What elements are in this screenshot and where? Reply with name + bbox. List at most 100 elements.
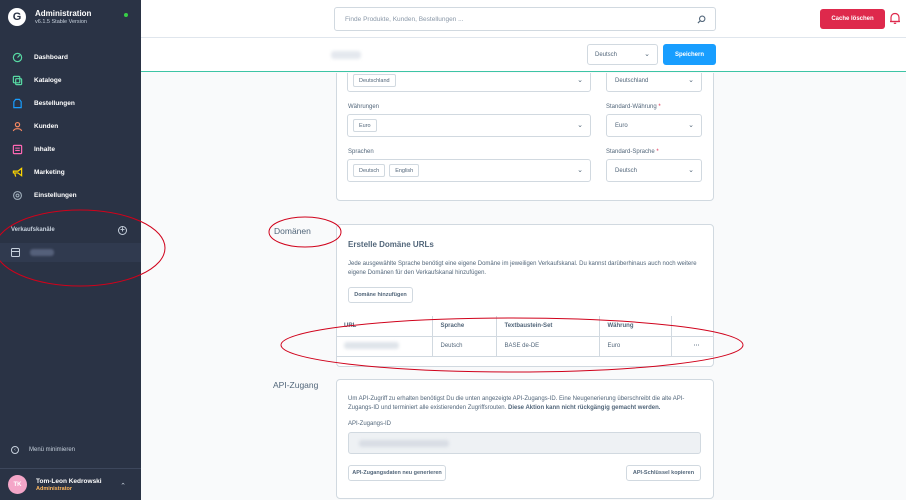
sales-channel-config-card: Deutschland ⌄ Deutschland ⌄ Währungen St… [336,73,714,201]
top-bar: Cache löschen [141,0,906,38]
clear-cache-button[interactable]: Cache löschen [820,9,885,29]
shopware-logo-icon: G [8,8,26,26]
domain-language: Deutsch [431,336,496,357]
column-snippet-set: Textbaustein-Set [495,316,599,337]
chevron-down-icon: ⌄ [688,77,694,84]
catalog-icon [12,75,23,86]
languages-select[interactable]: Deutsch English ⌄ [347,159,591,182]
regenerate-api-credentials-button[interactable]: API-Zugangsdaten neu generieren [348,465,446,481]
currencies-label: Währungen [348,104,380,110]
table-header-row: URL Sprache Textbaustein-Set Währung [336,316,714,337]
main-nav: Dashboard Kataloge Bestellungen Kunden I… [0,46,141,207]
chevron-down-icon: ⌄ [577,77,583,84]
sidebar-item-label: Kunden [34,123,59,130]
default-language-label: Standard-Sprache * [606,149,659,155]
sales-channels-header: Verkaufskanäle + [0,222,141,238]
minimize-icon: ‹ [11,446,19,454]
domains-description: Jede ausgewählte Sprache benötigt eine e… [348,261,697,276]
minimize-menu-button[interactable]: ‹ Menü minimieren [11,446,75,454]
search-bar[interactable] [334,7,716,31]
api-access-id-label: API-Zugangs-ID [348,421,392,427]
api-section-title: API-Zugang [273,380,319,390]
chevron-down-icon: ⌄ [688,122,694,129]
column-actions [670,316,714,337]
search-icon[interactable] [697,15,706,24]
default-language-value: Deutsch [615,167,638,174]
sidebar-item-kunden[interactable]: Kunden [0,115,141,138]
currency-tag[interactable]: Euro [353,119,377,132]
column-url: URL [336,316,432,337]
default-currency-value: Euro [615,122,628,129]
sales-channel-item[interactable] [0,243,141,262]
api-description: Um API-Zugriff zu erhalten benötigst Du … [348,396,685,411]
content-icon [12,144,23,155]
default-currency-select[interactable]: Euro ⌄ [606,114,702,137]
sidebar-item-marketing[interactable]: Marketing [0,161,141,184]
api-access-id-field [348,432,701,454]
user-name: Tom-Leon Kedrowski [36,477,102,485]
languages-label: Sprachen [348,149,374,155]
language-value: Deutsch [595,51,618,58]
settings-icon [12,190,23,201]
row-actions-button[interactable]: ··· [670,336,714,357]
main-content: Deutschland ⌄ Deutschland ⌄ Währungen St… [141,73,906,500]
default-country-select[interactable]: Deutschland ⌄ [606,73,702,92]
sidebar-item-label: Bestellungen [34,100,75,107]
sidebar-item-kataloge[interactable]: Kataloge [0,69,141,92]
domain-snippet-set: BASE de-DE [495,336,599,357]
status-dot [124,13,128,17]
language-switch[interactable]: Deutsch ⌄ [587,44,658,65]
sidebar-item-label: Inhalte [34,146,55,153]
column-currency: Währung [598,316,671,337]
default-country-value: Deutschland [615,77,649,84]
user-role: Administrator [36,485,73,492]
smart-bar: Deutsch ⌄ Speichern [141,38,906,72]
chevron-down-icon: ⌄ [577,122,583,129]
language-tag[interactable]: English [389,164,420,177]
sales-channels-label: Verkaufskanäle [11,227,55,233]
chevron-down-icon: ⌄ [644,51,650,58]
sidebar: G Administration v6.1.5 Stable Version D… [0,0,141,500]
default-language-select[interactable]: Deutsch ⌄ [606,159,702,182]
page-title-redacted [331,51,361,59]
country-tag[interactable]: Deutschland [353,74,396,87]
copy-api-key-button[interactable]: API-Schlüssel kopieren [626,465,701,481]
sidebar-item-einstellungen[interactable]: Einstellungen [0,184,141,207]
chevron-up-icon: ⌃ [120,483,126,490]
language-tag[interactable]: Deutsch [353,164,386,177]
customers-icon [12,121,23,132]
chevron-down-icon: ⌄ [577,167,583,174]
user-menu[interactable]: TK Tom-Leon Kedrowski Administrator ⌃ [0,468,141,500]
sales-channel-name-redacted [30,249,54,256]
sidebar-item-label: Einstellungen [34,192,77,199]
sidebar-item-label: Kataloge [34,77,62,84]
sidebar-item-inhalte[interactable]: Inhalte [0,138,141,161]
dashboard-icon [12,52,23,63]
domains-table: URL Sprache Textbaustein-Set Währung Deu… [336,316,714,357]
marketing-icon [12,167,23,178]
domain-url-redacted [336,336,432,357]
orders-icon [12,98,23,109]
sidebar-item-label: Dashboard [34,54,68,61]
brand-title: Administration [35,9,92,18]
api-access-card: Um API-Zugriff zu erhalten benötigst Du … [336,379,714,499]
search-input[interactable] [345,15,685,23]
bell-icon[interactable] [889,12,901,25]
add-domain-button[interactable]: Domäne hinzufügen [348,287,413,303]
add-channel-icon[interactable]: + [118,225,127,235]
domains-heading: Erstelle Domäne URLs [348,240,434,249]
chevron-down-icon: ⌄ [688,167,694,174]
domains-section-title: Domänen [274,226,311,236]
sidebar-item-bestellungen[interactable]: Bestellungen [0,92,141,115]
domain-currency: Euro [598,336,671,357]
storefront-icon [11,248,20,257]
sidebar-item-dashboard[interactable]: Dashboard [0,46,141,69]
countries-select[interactable]: Deutschland ⌄ [347,73,591,92]
save-button[interactable]: Speichern [663,44,716,65]
sidebar-item-label: Marketing [34,169,65,176]
brand-version: v6.1.5 Stable Version [35,19,87,25]
table-row[interactable]: Deutsch BASE de-DE Euro ··· [336,336,714,357]
column-language: Sprache [431,316,496,337]
currencies-select[interactable]: Euro ⌄ [347,114,591,137]
brand[interactable]: G Administration v6.1.5 Stable Version [8,8,91,26]
